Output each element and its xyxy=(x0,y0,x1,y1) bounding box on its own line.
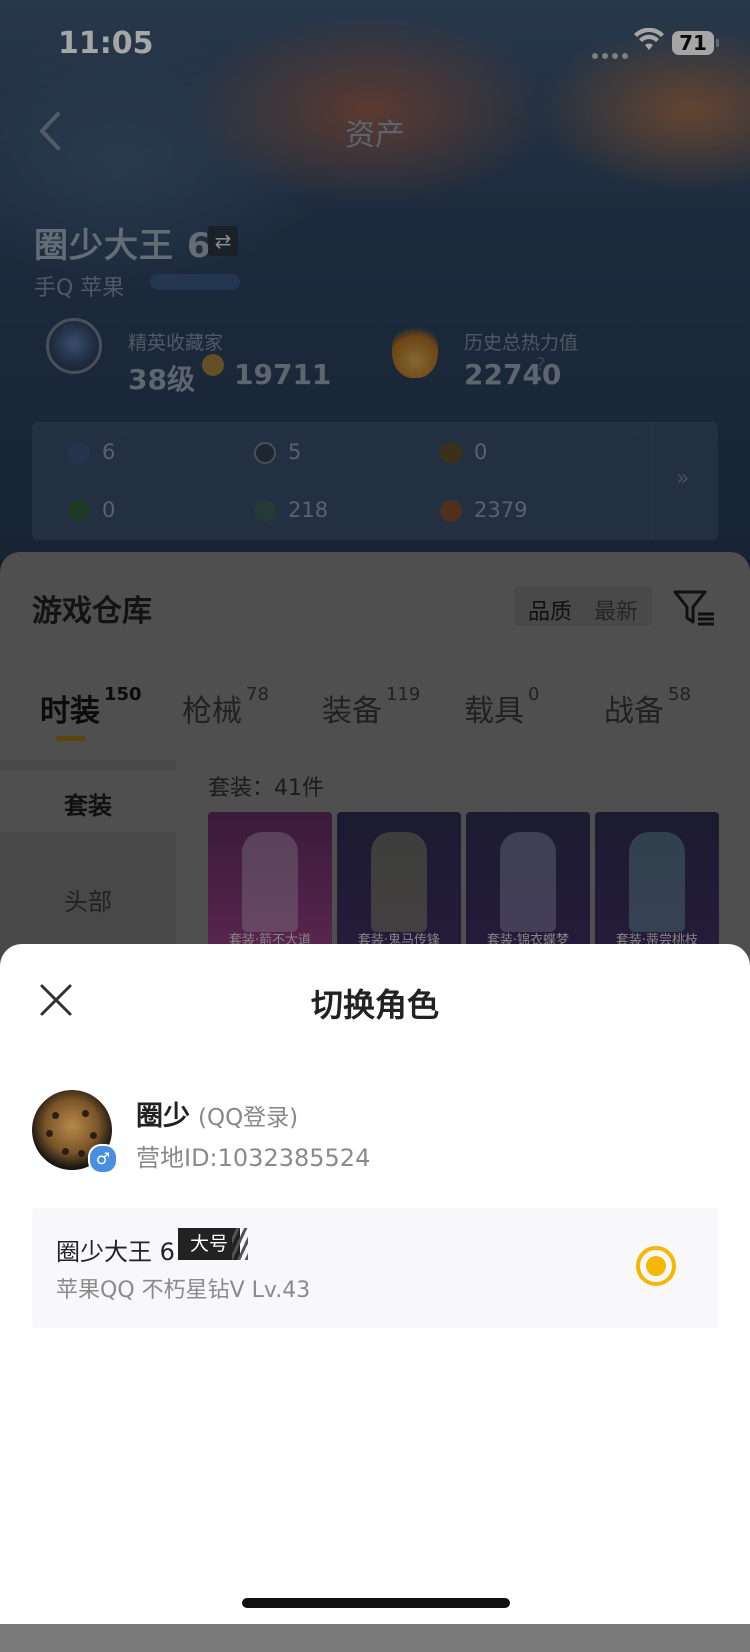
selected-radio[interactable] xyxy=(636,1246,676,1286)
role-info: 苹果QQ 不朽星钻V Lv.43 xyxy=(56,1278,311,1303)
account-name: 圈少 xyxy=(136,1101,190,1132)
role-name: 圈少大王 6 xyxy=(56,1238,175,1266)
home-indicator xyxy=(242,1598,510,1608)
account-id: 营地ID:1032385524 xyxy=(136,1144,371,1172)
sheet-title: 切换角色 xyxy=(310,986,439,1024)
account-login-type: (QQ登录) xyxy=(198,1105,299,1131)
role-main-badge: 大号 xyxy=(178,1228,241,1260)
badge-stripes xyxy=(232,1228,248,1260)
male-gender-icon: ♂ xyxy=(88,1144,118,1174)
role-option[interactable] xyxy=(32,1208,718,1328)
